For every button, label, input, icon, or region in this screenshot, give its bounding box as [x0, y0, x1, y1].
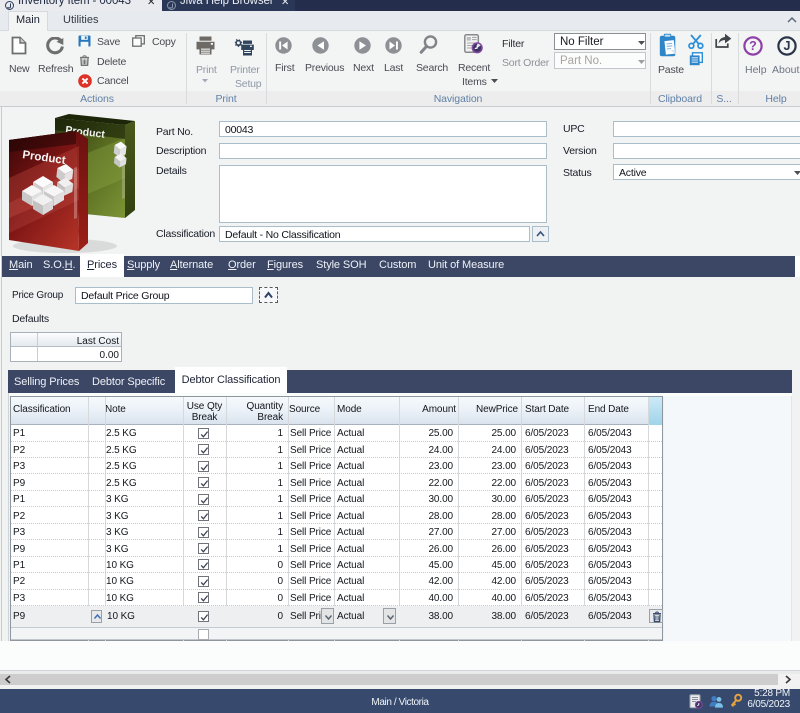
svg-text:J: J	[784, 39, 791, 53]
svg-text:?: ?	[749, 39, 757, 53]
